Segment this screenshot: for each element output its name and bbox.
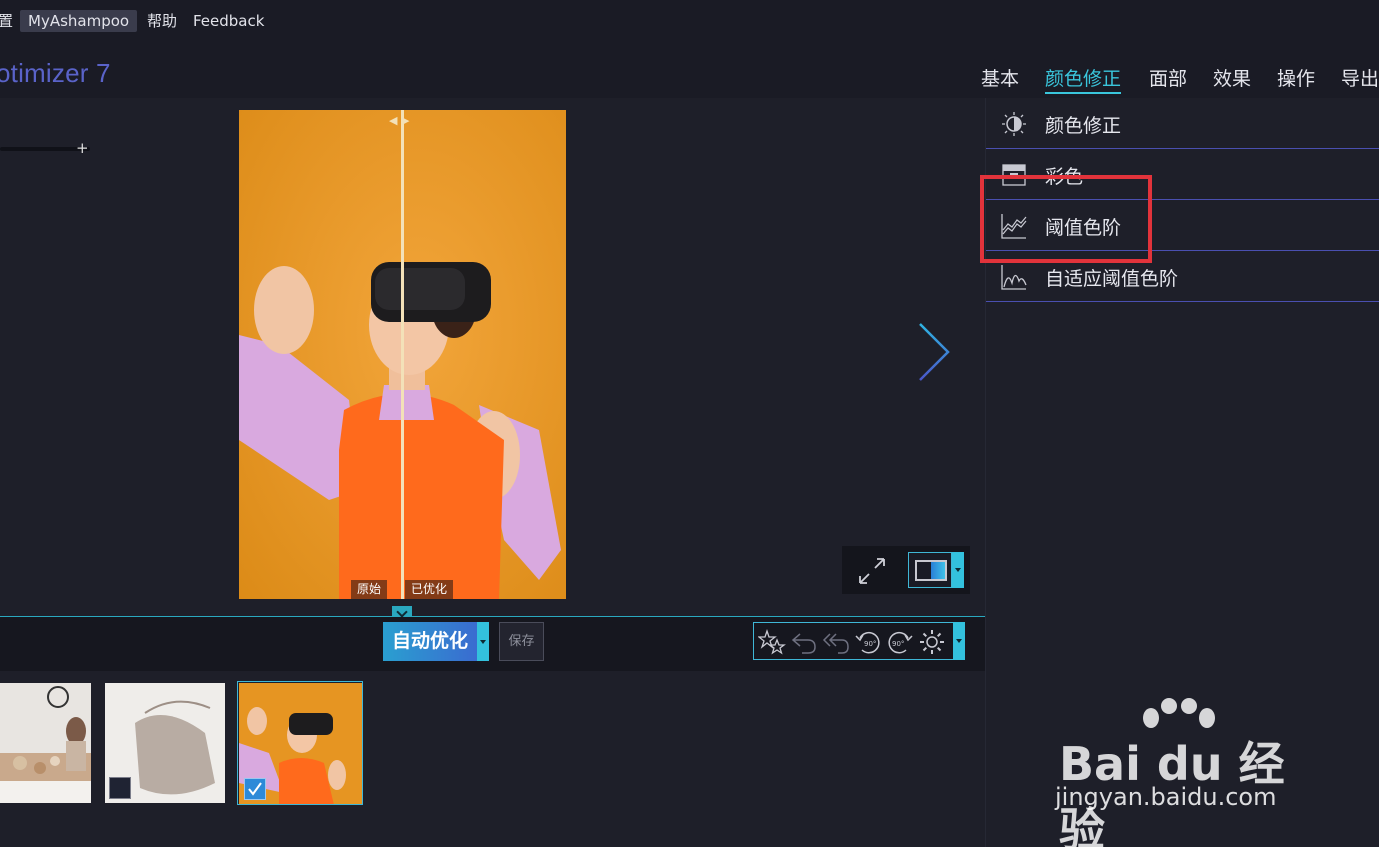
checkmark-icon [248,782,262,796]
compare-divider[interactable] [401,110,404,599]
thumbnail-strip [0,671,985,847]
view-tools [842,546,970,594]
title-bar: otimizer 7 基本 颜色修正 面部 效果 操作 导出 [0,42,1379,98]
edit-tools-group: 90° 90° [753,622,963,660]
auto-optimize-dropdown[interactable] [477,622,489,661]
fullscreen-icon[interactable] [856,555,888,587]
panel-label-adaptive-threshold: 自适应阈值色阶 [1045,268,1179,290]
tab-export[interactable]: 导出 [1341,64,1379,94]
rotate-left-icon[interactable]: 90° [854,628,882,656]
app-title: otimizer 7 [0,58,111,88]
settings-gear-icon[interactable] [918,628,946,656]
zoom-plus-icon[interactable]: + [76,139,89,157]
tab-effects[interactable]: 效果 [1213,64,1251,94]
save-button[interactable]: 保存 [499,622,544,661]
compare-view-button[interactable] [908,552,952,588]
rotate-right-icon[interactable]: 90° [886,628,914,656]
thumbnail-checkbox[interactable] [109,777,131,799]
tab-basic[interactable]: 基本 [981,64,1019,94]
tab-color-correction[interactable]: 颜色修正 [1045,64,1122,94]
divider-handle-icon[interactable]: ◀ ▶ [389,114,417,128]
thumbnail-dining[interactable] [0,683,91,803]
collapse-handle[interactable] [392,606,412,617]
menu-help[interactable]: 帮助 [147,10,177,32]
svg-text:90°: 90° [892,640,904,648]
adaptive-graph-icon [1001,265,1027,290]
contrast-sun-icon [1002,112,1026,136]
menu-settings[interactable]: 置 [0,10,13,32]
tab-operations[interactable]: 操作 [1277,64,1315,94]
thumbnail-vr-selected[interactable] [237,681,363,805]
next-image-icon[interactable] [912,320,956,384]
auto-optimize-button[interactable]: 自动优化 [383,622,477,661]
undo-all-icon[interactable] [822,628,850,656]
svg-text:90°: 90° [864,640,876,648]
favorite-stars-icon[interactable] [758,628,786,656]
label-optimized: 已优化 [405,580,454,599]
thumbnail-bag[interactable] [105,683,225,803]
menu-feedback[interactable]: Feedback [193,10,264,32]
tab-face[interactable]: 面部 [1149,64,1187,94]
tools-dropdown[interactable] [953,622,965,660]
action-toolbar: 自动优化 保存 90° 90° [0,617,985,671]
panel-label-color-correction: 颜色修正 [1045,115,1122,137]
preview-area: + ◀ ▶ 原始 已优化 [0,98,985,616]
app-window: 置 MyAshampoo 帮助 Feedback otimizer 7 基本 颜… [0,0,1379,847]
undo-icon[interactable] [790,628,818,656]
panel-item-color-correction[interactable]: 颜色修正 [986,98,1379,149]
thumbnail-checkbox-checked[interactable] [244,778,266,800]
compare-view-dropdown[interactable] [952,552,964,588]
annotation-highlight-box [980,175,1152,263]
label-original: 原始 [351,580,388,599]
menu-myashampoo[interactable]: MyAshampoo [20,10,138,32]
menu-bar: 置 MyAshampoo 帮助 Feedback [0,0,1379,42]
preview-image[interactable]: ◀ ▶ 原始 已优化 [239,110,566,599]
